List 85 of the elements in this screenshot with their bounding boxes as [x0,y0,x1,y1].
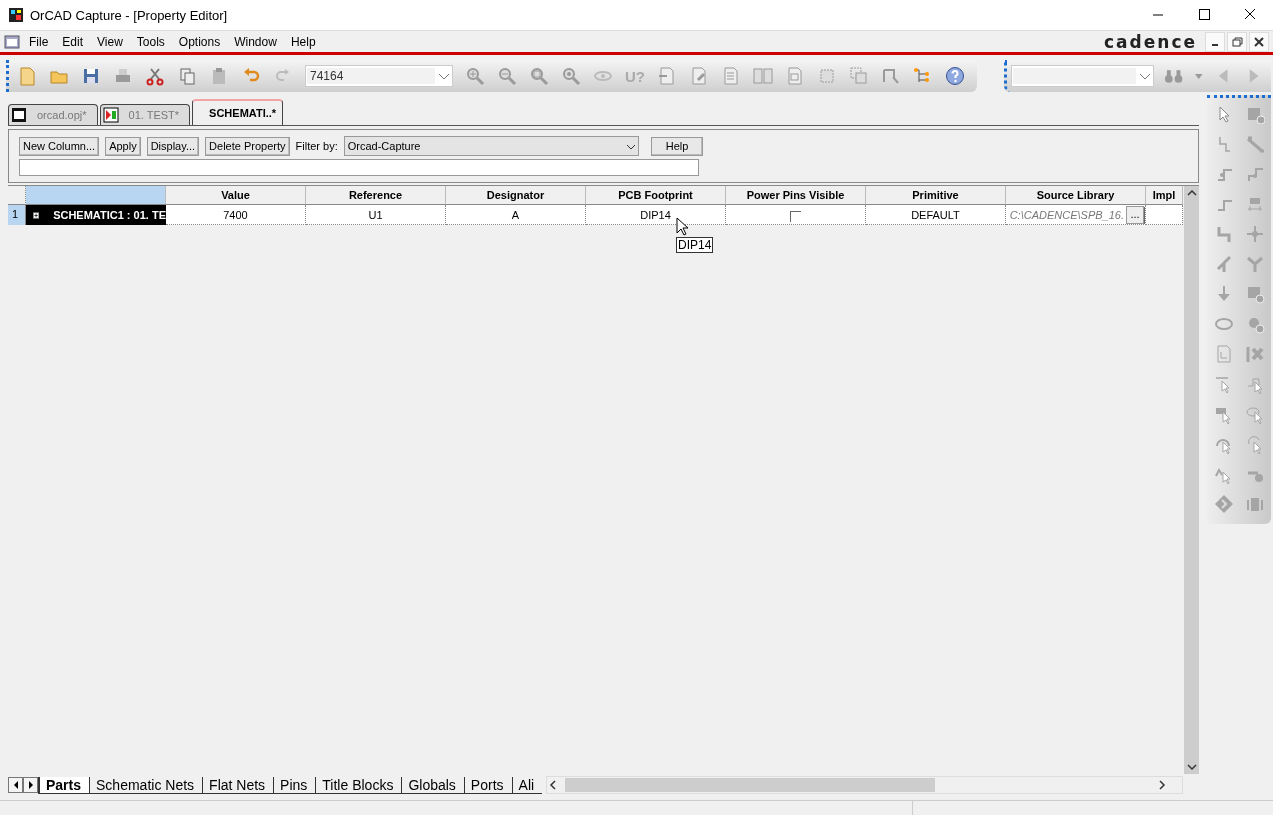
sheet-tab[interactable]: Parts [38,776,90,793]
column-header[interactable]: Source Library [1006,186,1146,205]
zoom-out-icon[interactable] [497,66,517,86]
dropdown-value: Orcad-Capture [347,140,422,152]
netlist-document-icon[interactable] [721,66,741,86]
frame-cursor-icon[interactable] [849,66,869,86]
no-connect-icon[interactable] [1244,344,1265,364]
window-title: OrCAD Capture - [Property Editor] [30,7,228,23]
value-input-field[interactable] [19,159,699,176]
table-cell-text: A [511,208,520,221]
toolbar-button[interactable]: Apply [105,136,141,156]
column-header[interactable] [26,186,166,205]
document-icon [4,33,20,50]
expand-icon[interactable] [33,210,40,220]
logo: cadence [1104,31,1197,52]
table-cell-text: 7400 [223,208,248,221]
column-header[interactable]: Reference [306,186,446,205]
branch-icon[interactable] [1244,254,1265,274]
column-header[interactable]: Designator [446,186,586,205]
menu-item[interactable]: File [22,32,56,51]
tooltip: DIP14 [676,237,714,253]
zoom-in-icon[interactable] [465,66,485,86]
restore-icon[interactable] [1227,31,1247,52]
table-cell-text: U1 [368,208,383,221]
crosshair-icon[interactable] [1244,224,1265,244]
sheet-tab[interactable]: Flat Nets [202,776,274,793]
sheet-tab[interactable]: Globals [401,776,464,793]
sheet-tab[interactable]: Schematic Nets [89,776,203,793]
zoom-area-icon[interactable] [529,66,549,86]
table-cell-text: DIP14 [640,208,671,221]
bracket-cursor-icon[interactable] [881,66,901,86]
combo-value: 74164 [307,68,435,84]
save-icon[interactable] [81,66,101,86]
sheet-tab[interactable]: Pins [273,776,316,793]
browse-button[interactable]: ... [1126,205,1144,224]
menu-item[interactable]: View [90,32,130,51]
diagonal-line-icon[interactable] [1244,134,1265,154]
sheet-tab[interactable]: Title Blocks [315,776,402,793]
zoom-all-icon[interactable] [561,66,581,86]
checkbox[interactable] [790,210,801,222]
toolbar-button[interactable]: Delete Property [205,136,290,156]
part-combo-box[interactable]: 74164 [305,65,453,87]
toolbar-button[interactable]: New Column... [19,136,100,156]
column-header[interactable]: PCB Footprint [586,186,726,205]
schematic-page-icon [102,107,119,123]
column-header[interactable]: Value [166,186,306,205]
toolbar-button[interactable]: Display... [146,136,200,156]
close-icon[interactable] [1249,31,1269,52]
menu-item[interactable]: Window [227,32,284,51]
column-header[interactable]: Primitive [866,186,1006,205]
table-cell-text: DEFAULT [911,208,960,221]
sheet-tab[interactable]: Ports [463,776,512,793]
document-tab[interactable]: SCHEMATI..* [192,99,284,125]
diamond-icon[interactable] [1213,494,1234,514]
filter-label: Filter by: [295,140,338,152]
app-icon [8,7,24,23]
column-header[interactable]: Impl [1146,186,1183,205]
part-name: SCHEMATIC1 : 01. TE [53,209,166,221]
table-document-icon[interactable] [785,66,805,86]
copy-icon[interactable] [177,66,197,86]
row-number[interactable]: 1 [8,205,26,225]
menu-item[interactable]: Tools [129,32,172,51]
document-edit-icon[interactable] [689,66,709,86]
help-icon[interactable] [945,66,965,86]
scroll-right-icon[interactable] [23,777,38,793]
filter-dropdown[interactable]: Orcad-Capture [343,136,639,156]
new-file-icon[interactable] [17,66,37,86]
help-button[interactable]: Help [650,136,704,156]
menu-item[interactable]: Options [171,32,228,51]
table-cell-text: C:\CADENCE\SPB_16. [1009,208,1124,221]
column-header[interactable]: Power Pins Visible [726,186,866,205]
ellipse-cursor-icon[interactable] [1244,404,1265,424]
menu-item[interactable]: Help [283,32,323,51]
scissors-icon[interactable] [145,66,165,86]
horizontal-scrollbar[interactable] [546,776,1183,794]
double-document-icon[interactable] [753,66,773,86]
menu-item[interactable]: Edit [55,32,91,51]
sheet-tab[interactable]: Ali [511,776,543,793]
scroll-left-icon[interactable] [8,777,23,793]
minimize-icon[interactable] [1205,31,1225,52]
document-arrow-icon[interactable] [657,66,677,86]
scroll-right-icon[interactable] [1156,778,1168,792]
project-icon [11,107,27,123]
vertical-scrollbar[interactable] [1184,186,1199,774]
part-name-cell[interactable]: SCHEMATIC1 : 01. TE [26,205,166,225]
